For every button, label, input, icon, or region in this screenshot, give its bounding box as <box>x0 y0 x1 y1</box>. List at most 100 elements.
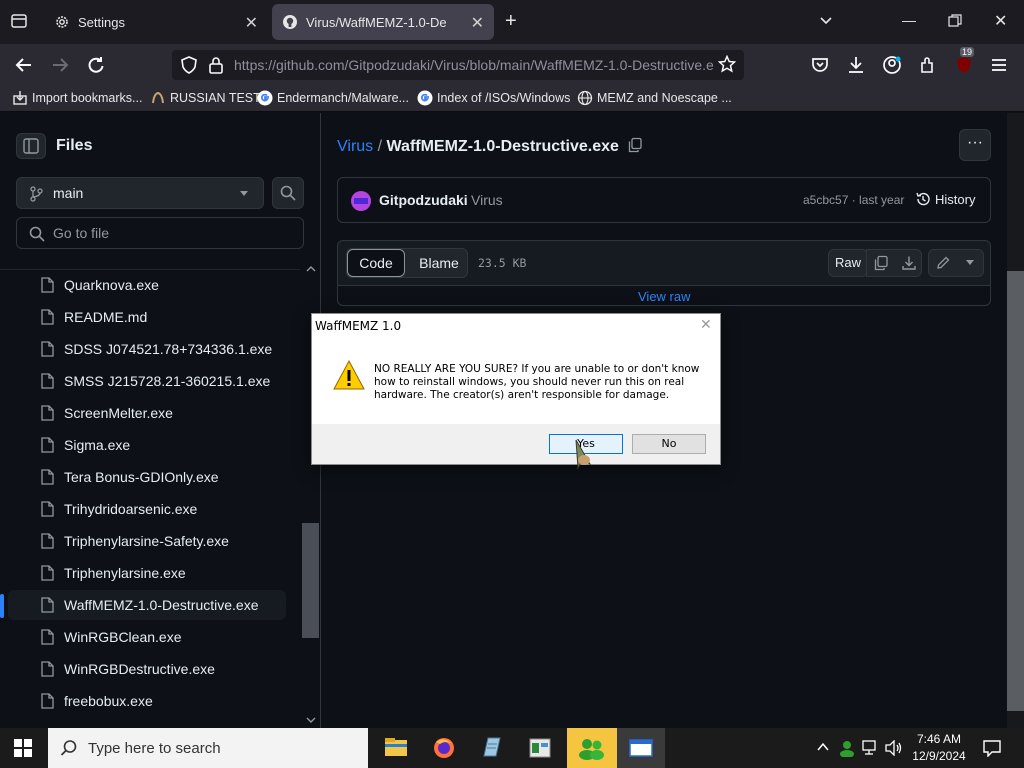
account-icon[interactable] <box>882 55 902 75</box>
file-tree-scrollbar[interactable] <box>302 523 319 638</box>
gear-icon <box>54 14 70 30</box>
volume-icon[interactable] <box>885 740 903 756</box>
scroll-down-icon[interactable] <box>305 716 317 724</box>
file-icon <box>40 533 54 549</box>
file-tree: Quarknova.exe README.md SDSS J074521.78+73… <box>0 269 300 728</box>
file-tree-item[interactable]: Triphenylarsine.exe <box>8 558 286 588</box>
restore-icon[interactable] <box>948 14 962 28</box>
pencil-icon[interactable] <box>935 255 951 271</box>
go-to-file-input[interactable]: Go to file <box>16 217 304 249</box>
messenger-app-icon[interactable] <box>567 728 617 768</box>
collapse-sidebar-button[interactable] <box>16 133 46 159</box>
commit-message[interactable]: Virus <box>471 192 503 208</box>
no-button[interactable]: No <box>632 434 706 454</box>
copy-path-icon[interactable] <box>627 137 643 153</box>
bookmark-star-icon[interactable] <box>718 55 736 73</box>
ublock-icon[interactable]: 19 <box>954 47 975 75</box>
close-tab-icon[interactable]: ✕ <box>245 13 258 33</box>
url-text[interactable]: https://github.com/Gitpodzudaki/Virus/bl… <box>234 57 714 73</box>
file-tree-item[interactable]: Quarknova.exe <box>8 270 286 300</box>
people-tray-icon[interactable] <box>838 739 856 757</box>
tab-github-file[interactable]: Virus/WaffMEMZ-1.0-Destructive ✕ <box>272 4 494 40</box>
file-tree-item[interactable]: Tera Bonus-GDIOnly.exe <box>8 462 286 492</box>
bookmark-memz[interactable]: MEMZ and Noescape ... <box>577 90 732 106</box>
raw-button[interactable]: Raw <box>828 249 868 277</box>
more-options-button[interactable]: ··· <box>959 129 991 161</box>
menu-icon[interactable] <box>990 56 1008 74</box>
warning-dialog: WaffMEMZ 1.0 ✕ NO REALLY ARE YOU SURE? I… <box>311 313 721 465</box>
view-raw-link[interactable]: View raw <box>638 289 691 304</box>
file-explorer-icon[interactable] <box>372 728 420 768</box>
file-tree-label: freebobux.exe <box>64 693 153 709</box>
file-tree-label: WinRGBDestructive.exe <box>64 661 215 677</box>
extension-badge: 19 <box>960 47 975 57</box>
history-link[interactable]: History <box>935 192 975 207</box>
lock-icon[interactable] <box>208 56 224 74</box>
network-icon[interactable] <box>862 740 880 756</box>
downloads-icon[interactable] <box>846 55 866 75</box>
branch-selector[interactable]: main <box>16 177 264 209</box>
bookmark-label: Index of /ISOs/Windows <box>437 91 571 105</box>
file-tree-item[interactable]: freebobux.exe <box>8 686 286 716</box>
github-icon <box>282 14 298 30</box>
visual-app-icon[interactable] <box>516 728 564 768</box>
bookmark-isos[interactable]: Index of /ISOs/Windows <box>417 90 570 106</box>
address-bar[interactable]: https://github.com/Gitpodzudaki/Virus/bl… <box>172 50 744 80</box>
avatar[interactable] <box>350 190 372 212</box>
firefox-icon[interactable] <box>420 728 468 768</box>
file-tree-item[interactable]: ScreenMelter.exe <box>8 398 286 428</box>
notifications-icon[interactable] <box>982 739 1002 757</box>
taskbar-search-box[interactable]: Type here to search <box>48 728 368 768</box>
scroll-up-icon[interactable] <box>305 265 317 273</box>
system-clock[interactable]: 7:46 AM 12/9/2024 <box>910 731 968 765</box>
file-tree-label: ScreenMelter.exe <box>64 405 173 421</box>
close-tab-icon[interactable]: ✕ <box>471 13 484 33</box>
tab-settings[interactable]: Settings ✕ <box>44 4 268 40</box>
file-tree-item[interactable]: Triphenylarsine-Safety.exe <box>8 526 286 556</box>
commit-sha-time[interactable]: a5cbc57 · last year <box>803 193 904 207</box>
tracking-shield-icon[interactable] <box>180 56 198 74</box>
page-scrollbar[interactable] <box>1007 113 1024 728</box>
tab-code[interactable]: Code <box>347 249 405 277</box>
new-tab-icon[interactable]: + <box>505 10 517 33</box>
copy-icon[interactable] <box>873 255 889 271</box>
repo-link[interactable]: Virus <box>337 138 373 155</box>
file-tree-item[interactable]: Sigma.exe <box>8 430 286 460</box>
file-tree-label: README.md <box>64 309 148 325</box>
file-tree-item[interactable]: README.md <box>8 302 286 332</box>
file-tree-item[interactable]: Trihydridoarsenic.exe <box>8 494 286 524</box>
caret-down-icon[interactable] <box>965 260 975 266</box>
close-icon[interactable]: ✕ <box>700 317 712 333</box>
warning-dialog-task-icon[interactable] <box>617 728 665 768</box>
bookmark-endermanch[interactable]: Endermanch/Malware... <box>257 90 409 106</box>
breadcrumb-separator: / <box>377 138 383 155</box>
bookmark-import[interactable]: Import bookmarks... <box>12 90 142 106</box>
forward-icon[interactable] <box>50 55 70 75</box>
tab-blame[interactable]: Blame <box>409 249 469 277</box>
download-icon[interactable] <box>901 255 917 271</box>
file-tree-item[interactable]: SDSS J074521.78+734336.1.exe <box>8 334 286 364</box>
file-tree-item[interactable]: WinRGBDestructive.exe <box>8 654 286 684</box>
pocket-icon[interactable] <box>810 55 830 75</box>
commit-author[interactable]: Gitpodzudaki <box>379 192 468 208</box>
scrollbar-thumb[interactable] <box>1007 271 1024 711</box>
code-header: Code Blame 23.5 KB Raw View raw <box>337 240 991 306</box>
tab-list-icon[interactable] <box>10 12 28 30</box>
notepad-app-icon[interactable] <box>468 728 516 768</box>
reload-icon[interactable] <box>86 55 106 75</box>
file-tree-item[interactable]: WaffMEMZ-1.0-Destructive.exe <box>8 590 286 620</box>
close-window-icon[interactable]: ✕ <box>994 11 1007 31</box>
extensions-icon[interactable] <box>918 55 938 75</box>
file-tree-item[interactable]: WinRGBClean.exe <box>8 622 286 652</box>
minimize-icon[interactable]: — <box>902 12 916 28</box>
windows-start-icon[interactable] <box>14 739 32 757</box>
chevron-up-icon[interactable] <box>816 742 830 752</box>
file-tree-label: SDSS J074521.78+734336.1.exe <box>64 341 273 357</box>
file-icon <box>40 277 54 293</box>
back-icon[interactable] <box>14 55 34 75</box>
chevron-down-icon[interactable] <box>818 12 834 28</box>
bookmark-russian-test[interactable]: RUSSIAN TEST <box>150 90 261 106</box>
file-tree-label: WinRGBClean.exe <box>64 629 182 645</box>
search-files-button[interactable] <box>272 177 304 209</box>
file-tree-item[interactable]: SMSS J215728.21-360215.1.exe <box>8 366 286 396</box>
